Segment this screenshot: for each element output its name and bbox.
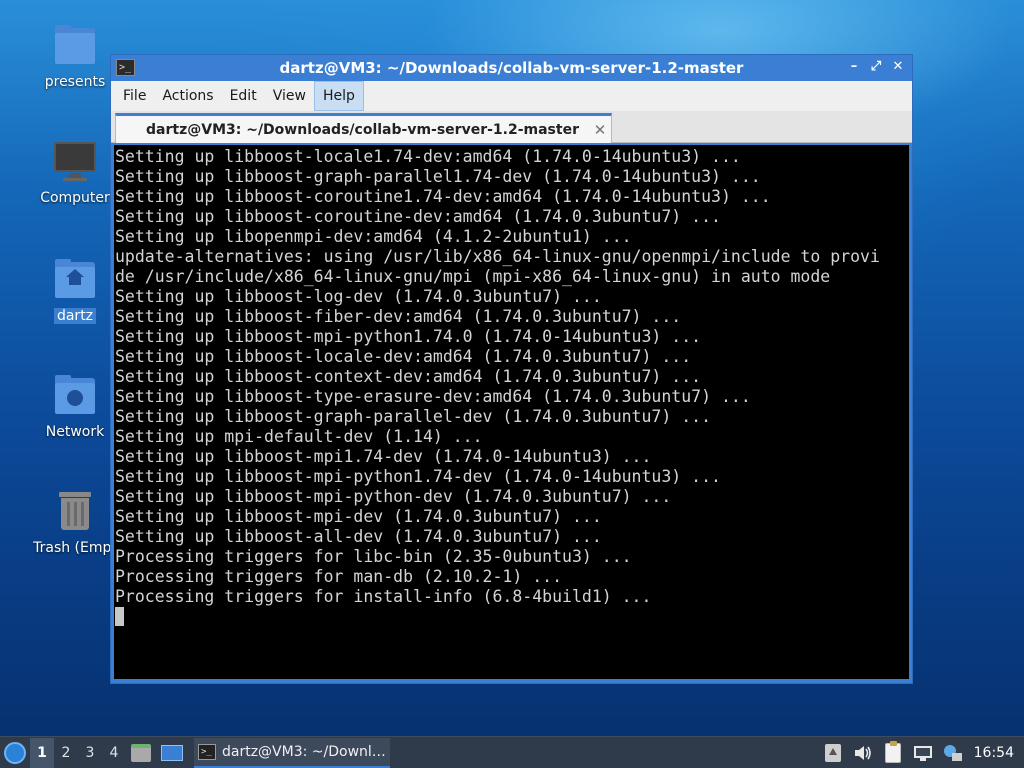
tab-close-icon[interactable]: ✕ (589, 121, 611, 139)
terminal-line: Setting up libboost-coroutine-dev:amd64 … (115, 207, 721, 226)
terminal-line: Setting up libboost-mpi-python1.74.0 (1.… (115, 327, 702, 346)
close-button[interactable]: ✕ (890, 58, 906, 76)
terminal-line: Setting up libboost-mpi-python1.74-dev (… (115, 467, 721, 486)
desktop-icon-label: Network (45, 424, 105, 440)
terminal-line: Setting up libboost-mpi-dev (1.74.0.3ubu… (115, 507, 602, 526)
file-manager-icon (131, 743, 151, 762)
terminal-line: de /usr/include/x86_64-linux-gnu/mpi (mp… (115, 267, 831, 286)
desktop-icon-label: Trash (Empt (33, 540, 117, 556)
desktop-icon (161, 744, 183, 761)
computer-icon (53, 140, 97, 184)
terminal-line: Setting up libboost-mpi1.74-dev (1.74.0-… (115, 447, 652, 466)
terminal-line: Processing triggers for man-db (2.10.2-1… (115, 567, 563, 586)
terminal-line: Setting up libboost-all-dev (1.74.0.3ubu… (115, 527, 602, 546)
tab-label: dartz@VM3: ~/Downloads/collab-vm-server-… (146, 121, 579, 138)
window-title: dartz@VM3: ~/Downloads/collab-vm-server-… (279, 59, 744, 77)
menu-edit[interactable]: Edit (222, 81, 265, 111)
updates-icon[interactable] (818, 738, 848, 768)
network-folder-icon (53, 374, 97, 418)
clock[interactable]: 16:54 (968, 745, 1024, 761)
terminal-line: Setting up mpi-default-dev (1.14) ... (115, 427, 483, 446)
terminal-line: Processing triggers for libc-bin (2.35-0… (115, 547, 632, 566)
terminal-icon: >_ (116, 59, 135, 76)
menubar: File Actions Edit View Help (111, 81, 912, 111)
terminal-line: Setting up libopenmpi-dev:amd64 (4.1.2-2… (115, 227, 632, 246)
desktop-icon-label: dartz (53, 308, 97, 324)
start-menu-button[interactable] (0, 738, 30, 768)
maximize-button[interactable]: ⤢ (868, 58, 884, 76)
terminal-line: Setting up libboost-mpi-python-dev (1.74… (115, 487, 672, 506)
trash-icon (53, 490, 97, 534)
clipboard-icon[interactable] (878, 738, 908, 768)
terminal-line: Setting up libboost-log-dev (1.74.0.3ubu… (115, 287, 602, 306)
volume-icon[interactable] (848, 738, 878, 768)
taskbar: 1 2 3 4 >_ dartz@VM3: ~/Downl… 16:54 (0, 736, 1024, 768)
desktop-icon-label: Computer (40, 190, 110, 206)
terminal-line: Setting up libboost-graph-parallel1.74-d… (115, 167, 761, 186)
system-tray: 16:54 (818, 738, 1024, 768)
terminal-tab[interactable]: dartz@VM3: ~/Downloads/collab-vm-server-… (115, 113, 612, 143)
workspace-2[interactable]: 2 (54, 738, 78, 768)
window-titlebar[interactable]: >_ dartz@VM3: ~/Downloads/collab-vm-serv… (111, 55, 912, 81)
menu-view[interactable]: View (265, 81, 314, 111)
terminal-output[interactable]: Setting up libboost-locale1.74-dev:amd64… (114, 145, 909, 679)
task-label: dartz@VM3: ~/Downl… (222, 743, 386, 760)
terminal-line: Setting up libboost-context-dev:amd64 (1… (115, 367, 702, 386)
terminal-cursor (115, 607, 124, 626)
workspace-3[interactable]: 3 (78, 738, 102, 768)
terminal-line: Setting up libboost-fiber-dev:amd64 (1.7… (115, 307, 682, 326)
network-display-icon[interactable] (908, 738, 938, 768)
update-notifier-icon[interactable] (938, 738, 968, 768)
terminal-icon: >_ (198, 743, 216, 760)
terminal-line: update-alternatives: using /usr/lib/x86_… (115, 247, 880, 266)
menu-actions[interactable]: Actions (154, 81, 221, 111)
terminal-line: Setting up libboost-locale-dev:amd64 (1.… (115, 347, 692, 366)
folder-icon (53, 24, 97, 68)
menu-help[interactable]: Help (313, 81, 364, 111)
lubuntu-logo-icon (4, 741, 26, 764)
terminal-line: Setting up libboost-coroutine1.74-dev:am… (115, 187, 771, 206)
terminal-prompt-line (115, 607, 909, 627)
menu-file[interactable]: File (115, 81, 154, 111)
terminal-window: >_ dartz@VM3: ~/Downloads/collab-vm-serv… (110, 54, 913, 684)
taskbar-task-terminal[interactable]: >_ dartz@VM3: ~/Downl… (194, 737, 390, 768)
workspace-4[interactable]: 4 (102, 738, 126, 768)
terminal-line: Setting up libboost-locale1.74-dev:amd64… (115, 147, 741, 166)
terminal-line: Processing triggers for install-info (6.… (115, 587, 652, 606)
show-desktop-button[interactable] (156, 738, 188, 768)
workspace-1[interactable]: 1 (30, 737, 54, 768)
tab-bar: dartz@VM3: ~/Downloads/collab-vm-server-… (111, 111, 912, 143)
terminal-line: Setting up libboost-type-erasure-dev:amd… (115, 387, 751, 406)
home-folder-icon (53, 258, 97, 302)
minimize-button[interactable]: – (846, 58, 862, 76)
file-manager-launcher[interactable] (126, 738, 156, 768)
terminal-line: Setting up libboost-graph-parallel-dev (… (115, 407, 712, 426)
desktop-icon-label: presents (44, 74, 106, 90)
